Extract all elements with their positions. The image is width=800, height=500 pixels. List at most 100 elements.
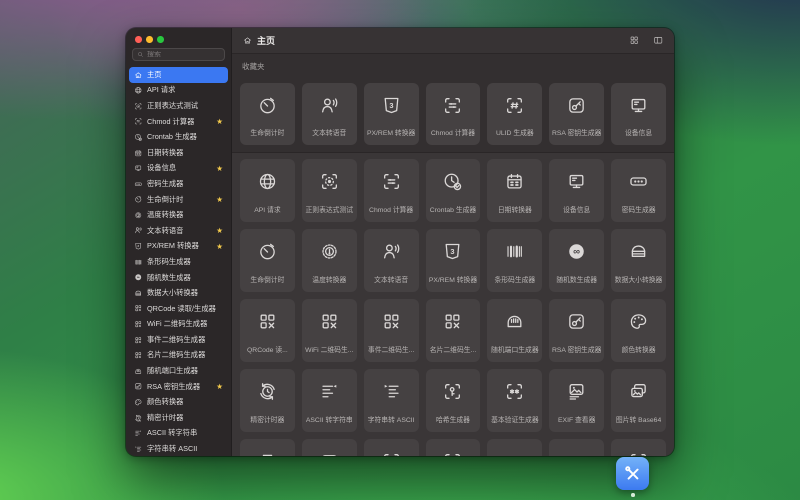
favorite-star-icon: ★ xyxy=(216,194,223,204)
favorite-star-icon: ★ xyxy=(216,381,223,391)
sidebar-item[interactable]: Chmod 计算器 ★ xyxy=(129,114,228,130)
sidebar-item[interactable]: RSA 密钥生成器 ★ xyxy=(129,379,228,395)
drive-icon xyxy=(628,241,649,262)
tool-card[interactable]: EXIF 查看器 xyxy=(549,369,605,432)
sidebar-item[interactable]: 精密计时器 xyxy=(129,410,228,426)
tool-card[interactable]: 生命倒计时 xyxy=(240,229,295,292)
tool-card[interactable]: Crontab 生成器 xyxy=(425,159,481,222)
sidebar-item[interactable]: QRCode 读取/生成器 xyxy=(129,301,228,317)
tool-card[interactable]: 密码生成器 xyxy=(611,159,666,222)
sidebar-item[interactable]: WiFi 二维码生成器 xyxy=(129,317,228,333)
tool-card[interactable]: 文本转语音 xyxy=(301,83,357,145)
sidebar-item[interactable]: 条形码生成器 xyxy=(129,254,228,270)
tool-card[interactable]: QRCode 读... xyxy=(240,299,295,362)
chmod-icon xyxy=(442,451,463,456)
timer-sync-icon xyxy=(134,414,143,423)
sidebar-item[interactable]: 日期转换器 xyxy=(129,145,228,161)
tool-card[interactable] xyxy=(301,439,357,456)
sidebar-item[interactable]: 随机端口生成器 xyxy=(129,363,228,379)
tool-card[interactable]: 随机数生成器 xyxy=(549,229,605,292)
tool-card[interactable]: RSA 密钥生成器 xyxy=(549,83,605,145)
calendar-icon xyxy=(134,149,143,158)
sidebar-item[interactable]: PX/REM 转换器 ★ xyxy=(129,239,228,255)
ascii-left-icon xyxy=(134,429,143,438)
tool-card[interactable]: 文本转语音 xyxy=(363,229,419,292)
tool-card[interactable]: 设备信息 xyxy=(611,83,666,145)
tool-card[interactable]: 哈希生成器 xyxy=(425,369,481,432)
tool-card[interactable]: UNi xyxy=(487,439,543,456)
sidebar-item[interactable]: 随机数生成器 xyxy=(129,270,228,286)
tool-card-label: PX/REM 转换器 xyxy=(366,130,416,137)
sidebar-item[interactable]: 温度转换器 xyxy=(129,207,228,223)
tool-card[interactable]: API 请求 xyxy=(240,159,295,222)
tool-card-label: 条形码生成器 xyxy=(494,277,536,284)
sidebar-item[interactable]: 正则表达式测试 xyxy=(129,98,228,114)
tool-card[interactable]: 字符串转 ASCII xyxy=(363,369,419,432)
tool-card[interactable]: PX/REM 转换器 xyxy=(425,229,481,292)
sidebar-item[interactable]: 主页 xyxy=(129,67,228,83)
close-window-button[interactable] xyxy=(135,36,142,43)
tools-grid: API 请求 正则表达式测试 Chmod 计算器 Crontab 生成器 日期转换器 设备… xyxy=(240,159,666,456)
tool-card[interactable]: 事件二维码生... xyxy=(363,299,419,362)
css-icon xyxy=(442,241,463,262)
sidebar-item[interactable]: ASCII 转字符串 xyxy=(129,426,228,442)
monitor-icon xyxy=(566,171,587,192)
app-window: 主页API 请求正则表达式测试Chmod 计算器★Crontab 生成器日期转换… xyxy=(126,28,674,456)
tool-card[interactable]: 日期转换器 xyxy=(487,159,543,222)
sidebar-item[interactable]: 名片二维码生成器 xyxy=(129,348,228,364)
sidebar-item[interactable]: 数据大小转换器 xyxy=(129,285,228,301)
tool-card[interactable]: Chmod 计算器 xyxy=(363,159,419,222)
tool-card[interactable]: 精密计时器 xyxy=(240,369,295,432)
tool-card[interactable]: PX/REM 转换器 xyxy=(363,83,419,145)
tool-card[interactable]: Aa xyxy=(549,439,605,456)
tool-card[interactable] xyxy=(425,439,481,456)
tool-card[interactable] xyxy=(611,439,666,456)
sidebar-item[interactable]: 密码生成器 xyxy=(129,176,228,192)
sidebar-item[interactable]: 字符串转 ASCII xyxy=(129,441,228,456)
tool-card[interactable] xyxy=(363,439,419,456)
tool-card[interactable]: 温度转换器 xyxy=(301,229,357,292)
tool-card[interactable]: RSA 密钥生成器 xyxy=(549,299,605,362)
globe-icon xyxy=(134,86,143,95)
minimize-window-button[interactable] xyxy=(146,36,153,43)
image-icon xyxy=(319,451,340,456)
tool-card-label: 正则表达式测试 xyxy=(305,207,354,214)
main-area: 主页 收藏夹 生命倒计时 文本转语音 PX/REM 转换器 Chmod 计算器 ULID… xyxy=(232,28,674,456)
key-icon xyxy=(566,95,587,116)
timer-icon xyxy=(257,95,278,116)
sidebar-item[interactable]: 生命倒计时 ★ xyxy=(129,192,228,208)
tool-card[interactable]: 生命倒计时 xyxy=(240,83,295,145)
tool-card[interactable]: 随机端口生成器 xyxy=(487,299,543,362)
tool-card[interactable]: 数据大小转换器 xyxy=(611,229,666,292)
tool-card[interactable]: 基本验证生成器 xyxy=(487,369,543,432)
infinity-icon xyxy=(566,241,587,262)
zoom-window-button[interactable] xyxy=(157,36,164,43)
tool-card[interactable]: WiFi 二维码生... xyxy=(301,299,357,362)
tool-card[interactable]: 正则表达式测试 xyxy=(301,159,357,222)
sidebar-item[interactable]: 文本转语音 ★ xyxy=(129,223,228,239)
sidebar-item-label: 生命倒计时 xyxy=(147,194,184,204)
chmod-icon xyxy=(134,117,143,126)
grid-view-button[interactable] xyxy=(629,35,640,46)
tool-card[interactable]: Chmod 计算器 xyxy=(425,83,481,145)
tool-card[interactable]: 颜色转换器 xyxy=(611,299,666,362)
sidebar-item[interactable]: Crontab 生成器 xyxy=(129,129,228,145)
tool-card[interactable]: ASCII 转字符串 xyxy=(301,369,357,432)
tool-card[interactable]: ULID 生成器 xyxy=(487,83,543,145)
tool-card-label: 哈希生成器 xyxy=(436,417,470,424)
sidebar-item[interactable]: 设备信息 ★ xyxy=(129,161,228,177)
toggle-sidebar-button[interactable] xyxy=(653,35,664,46)
sidebar-item[interactable]: 颜色转换器 xyxy=(129,394,228,410)
tools-dock-icon[interactable] xyxy=(616,457,649,490)
ascii-left-icon xyxy=(319,381,340,402)
tool-card[interactable] xyxy=(240,439,295,456)
tool-card[interactable]: 图片转 Base64 xyxy=(611,369,666,432)
sidebar-item[interactable]: API 请求 xyxy=(129,83,228,99)
search-input[interactable] xyxy=(147,51,220,58)
tool-card[interactable]: 设备信息 xyxy=(549,159,605,222)
tool-card[interactable]: 名片二维码生... xyxy=(425,299,481,362)
sidebar-item[interactable]: 事件二维码生成器 xyxy=(129,332,228,348)
tool-card[interactable]: 条形码生成器 xyxy=(487,229,543,292)
qr-icon xyxy=(442,311,463,332)
search-box[interactable] xyxy=(132,48,225,61)
